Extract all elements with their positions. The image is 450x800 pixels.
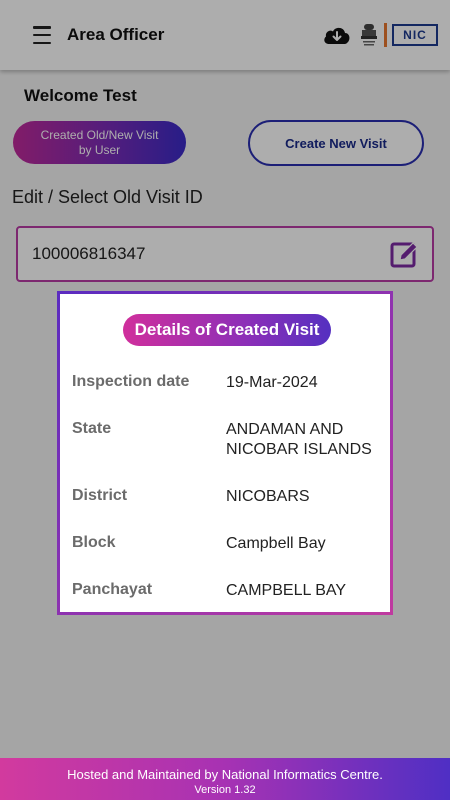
visit-details-dialog: Details of Created Visit Inspection date… (57, 291, 393, 615)
detail-row-block: Block Campbell Bay (72, 534, 384, 554)
detail-row-inspection-date: Inspection date 19-Mar-2024 (72, 373, 384, 393)
detail-value: ANDAMAN AND NICOBAR ISLANDS (226, 421, 372, 458)
detail-row-panchayat: Panchayat CAMPBELL BAY (72, 581, 384, 601)
dialog-title: Details of Created Visit (123, 314, 331, 346)
detail-label: District (72, 487, 128, 504)
detail-value: 19-Mar-2024 (226, 374, 318, 391)
detail-value: NICOBARS (226, 488, 310, 505)
detail-label: Inspection date (72, 373, 190, 390)
detail-label: Panchayat (72, 581, 153, 598)
detail-label: State (72, 420, 112, 437)
footer-hosted-text: Hosted and Maintained by National Inform… (67, 767, 383, 782)
footer-version-text: Version 1.32 (194, 784, 256, 796)
detail-label: Block (72, 534, 116, 551)
detail-row-district: District NICOBARS (72, 487, 384, 507)
detail-value: Campbell Bay (226, 535, 326, 552)
footer: Hosted and Maintained by National Inform… (0, 758, 450, 800)
detail-value: CAMPBELL BAY (226, 582, 347, 599)
detail-row-state: State ANDAMAN AND NICOBAR ISLANDS (72, 420, 384, 460)
